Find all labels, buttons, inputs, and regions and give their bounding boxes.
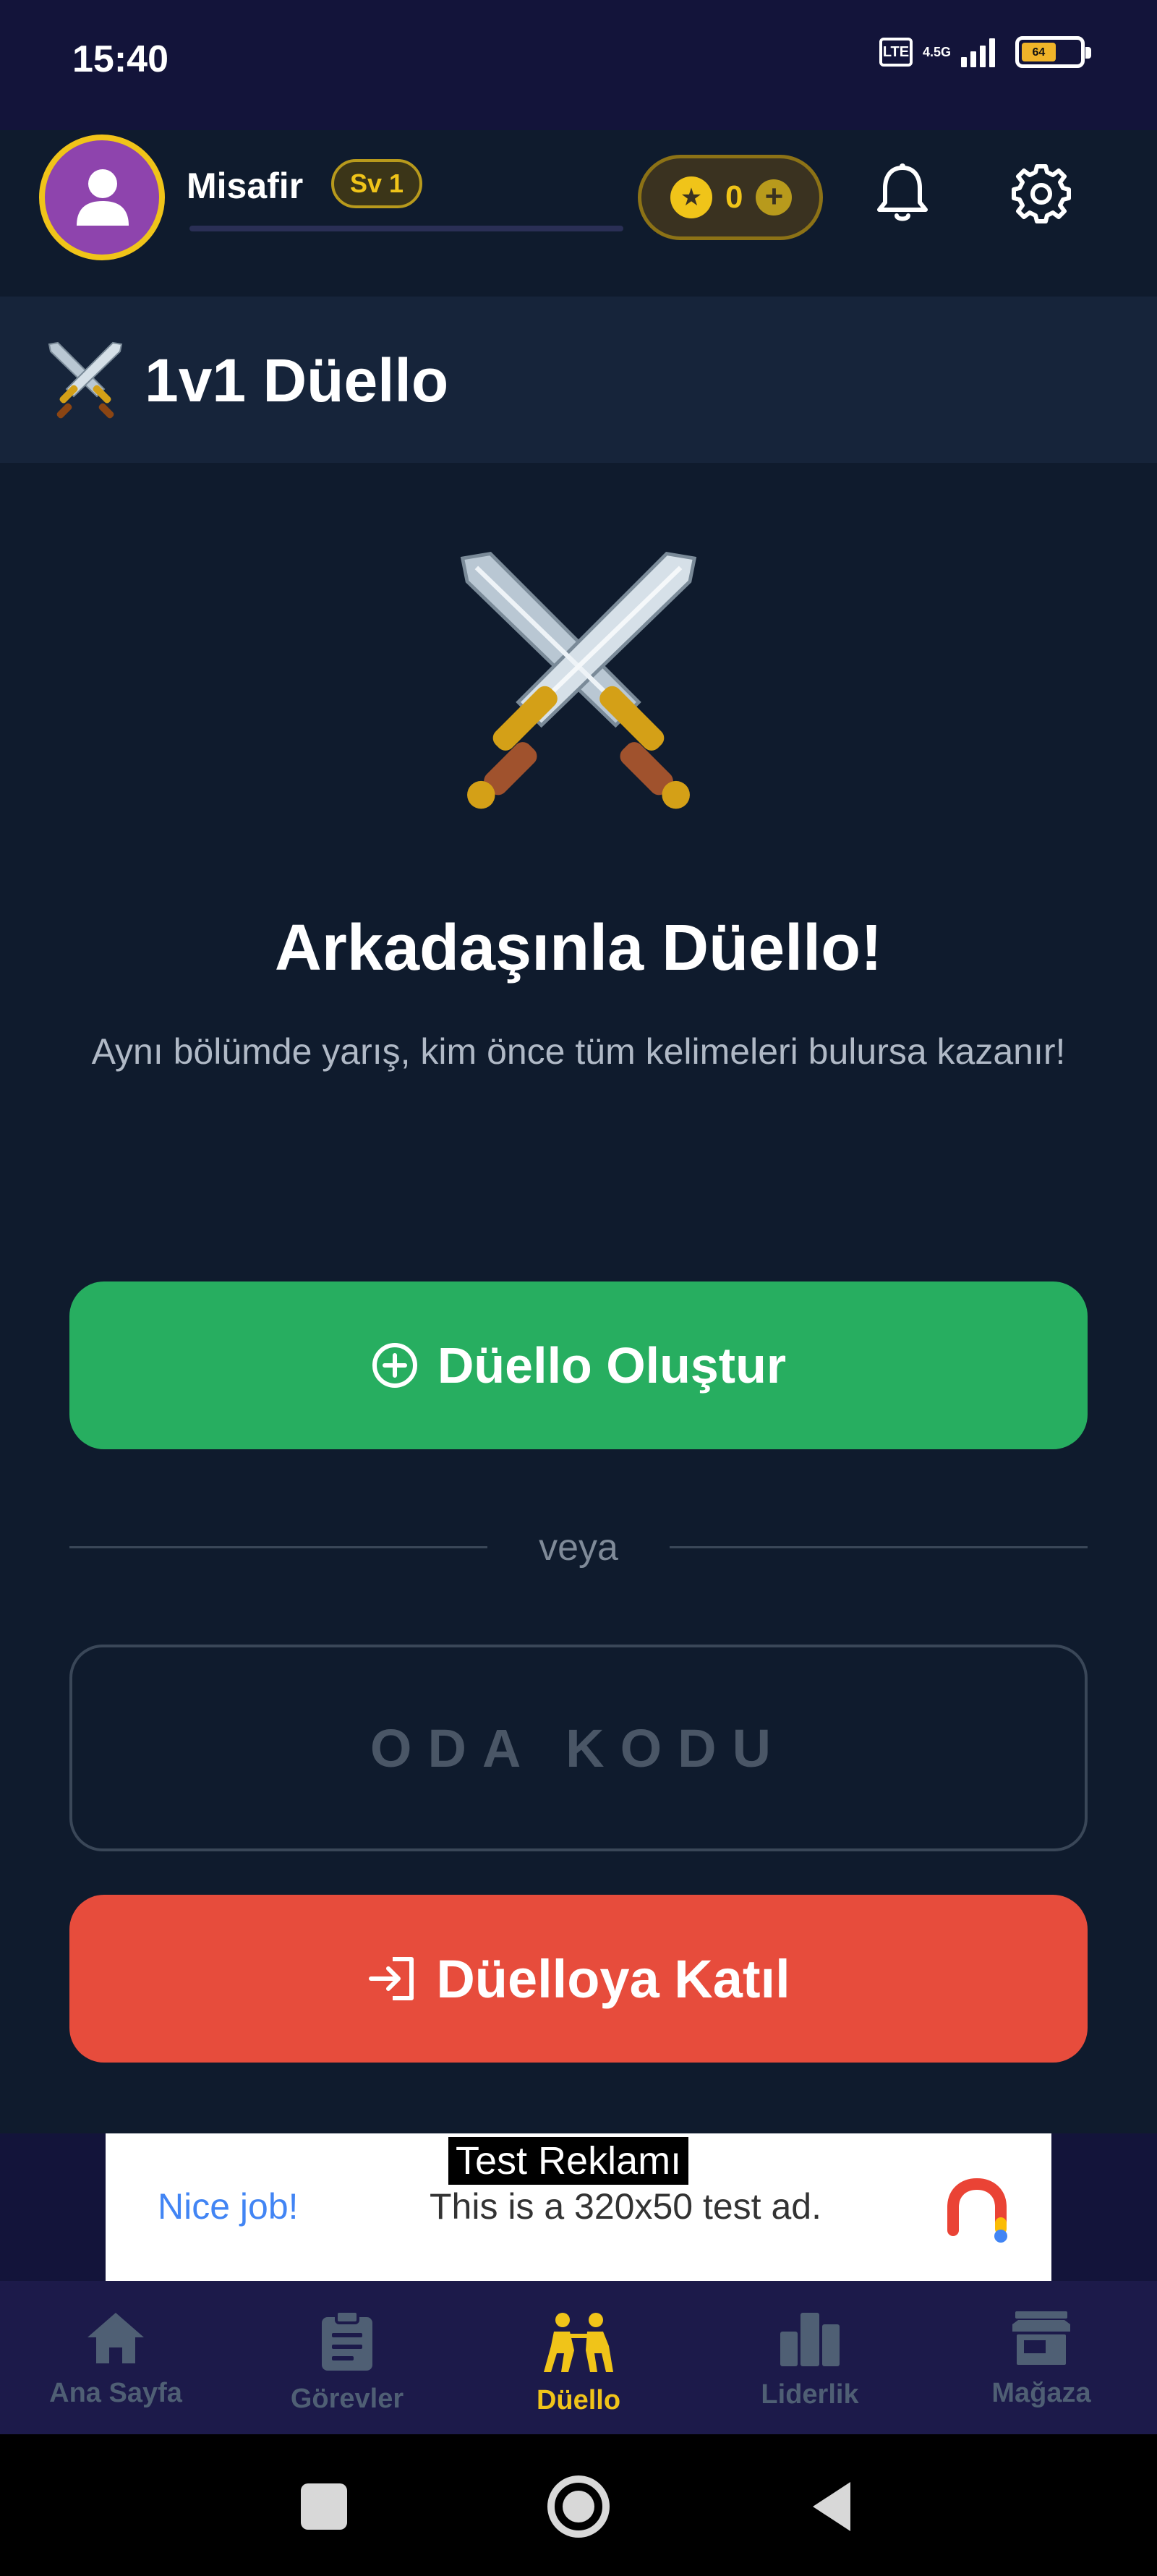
nav-item-home[interactable]: Ana Sayfa [0,2281,231,2434]
page-title: 1v1 Düello [145,346,449,414]
plus-circle-icon [372,1343,417,1388]
nav-label-store: Mağaza [991,2378,1091,2408]
network-type-label: 4.5G [922,45,951,59]
user-icon [77,169,129,226]
divider-line [69,1546,487,1548]
join-duel-label: Düelloya Katıl [436,1948,790,2009]
nav-label-tasks: Görevler [290,2384,404,2414]
bottom-navigation: Ana Sayfa Görevler Düello Liderlik Mağaz… [0,2281,1157,2434]
nav-item-tasks[interactable]: Görevler [231,2281,463,2434]
nav-item-leaderboard[interactable]: Liderlik [694,2281,926,2434]
divider-text: veya [539,1527,618,1569]
back-button[interactable] [808,2479,855,2534]
gear-icon[interactable] [1011,163,1072,224]
leaderboard-icon [780,2313,840,2366]
nav-label-home: Ana Sayfa [49,2378,182,2408]
crossed-swords-icon [460,552,697,809]
nav-item-store[interactable]: Mağaza [926,2281,1157,2434]
xp-progress-bar [189,226,623,231]
store-icon [1012,2311,1070,2365]
coin-balance-button[interactable]: 0 + [638,155,823,240]
battery-icon: 64 [1015,36,1091,68]
create-duel-button[interactable]: Düello Oluştur [69,1281,1088,1449]
bell-icon[interactable] [875,162,930,224]
create-duel-label: Düello Oluştur [437,1337,787,1394]
divider-line [670,1546,1088,1548]
ad-body-text: This is a 320x50 test ad. [430,2186,821,2227]
clipboard-icon [322,2310,372,2371]
join-duel-button[interactable]: Düelloya Katıl [69,1895,1088,2063]
status-icons: LTE 4.5G 64 [879,36,1091,68]
home-button[interactable] [544,2472,613,2541]
ad-logo-icon [947,2178,1007,2243]
nav-item-duel[interactable]: Düello [463,2281,694,2434]
add-coins-icon: + [756,179,793,216]
avatar[interactable] [39,135,165,260]
home-icon [87,2313,144,2363]
coin-icon [670,176,712,218]
nav-label-duel: Düello [536,2385,621,2415]
login-icon [369,1957,414,2000]
battery-level: 64 [1022,43,1056,61]
username: Misafir [187,166,304,206]
ad-nice-text: Nice job! [158,2186,299,2227]
duel-icon [544,2313,613,2372]
room-code-input[interactable] [69,1645,1088,1851]
coin-count: 0 [725,179,743,215]
level-badge: Sv 1 [331,159,423,208]
nav-label-leaderboard: Liderlik [761,2379,859,2410]
hero-title: Arkadaşınla Düello! [274,912,883,984]
ad-label: Test Reklamı [448,2137,689,2185]
signal-icon [961,37,995,67]
status-time: 15:40 [72,38,168,80]
sim-icon: LTE [879,38,913,67]
crossed-swords-icon [48,341,123,419]
hero-description: Aynı bölümde yarış, kim önce tüm kelimel… [91,1031,1066,1072]
recents-button[interactable] [301,2483,347,2530]
